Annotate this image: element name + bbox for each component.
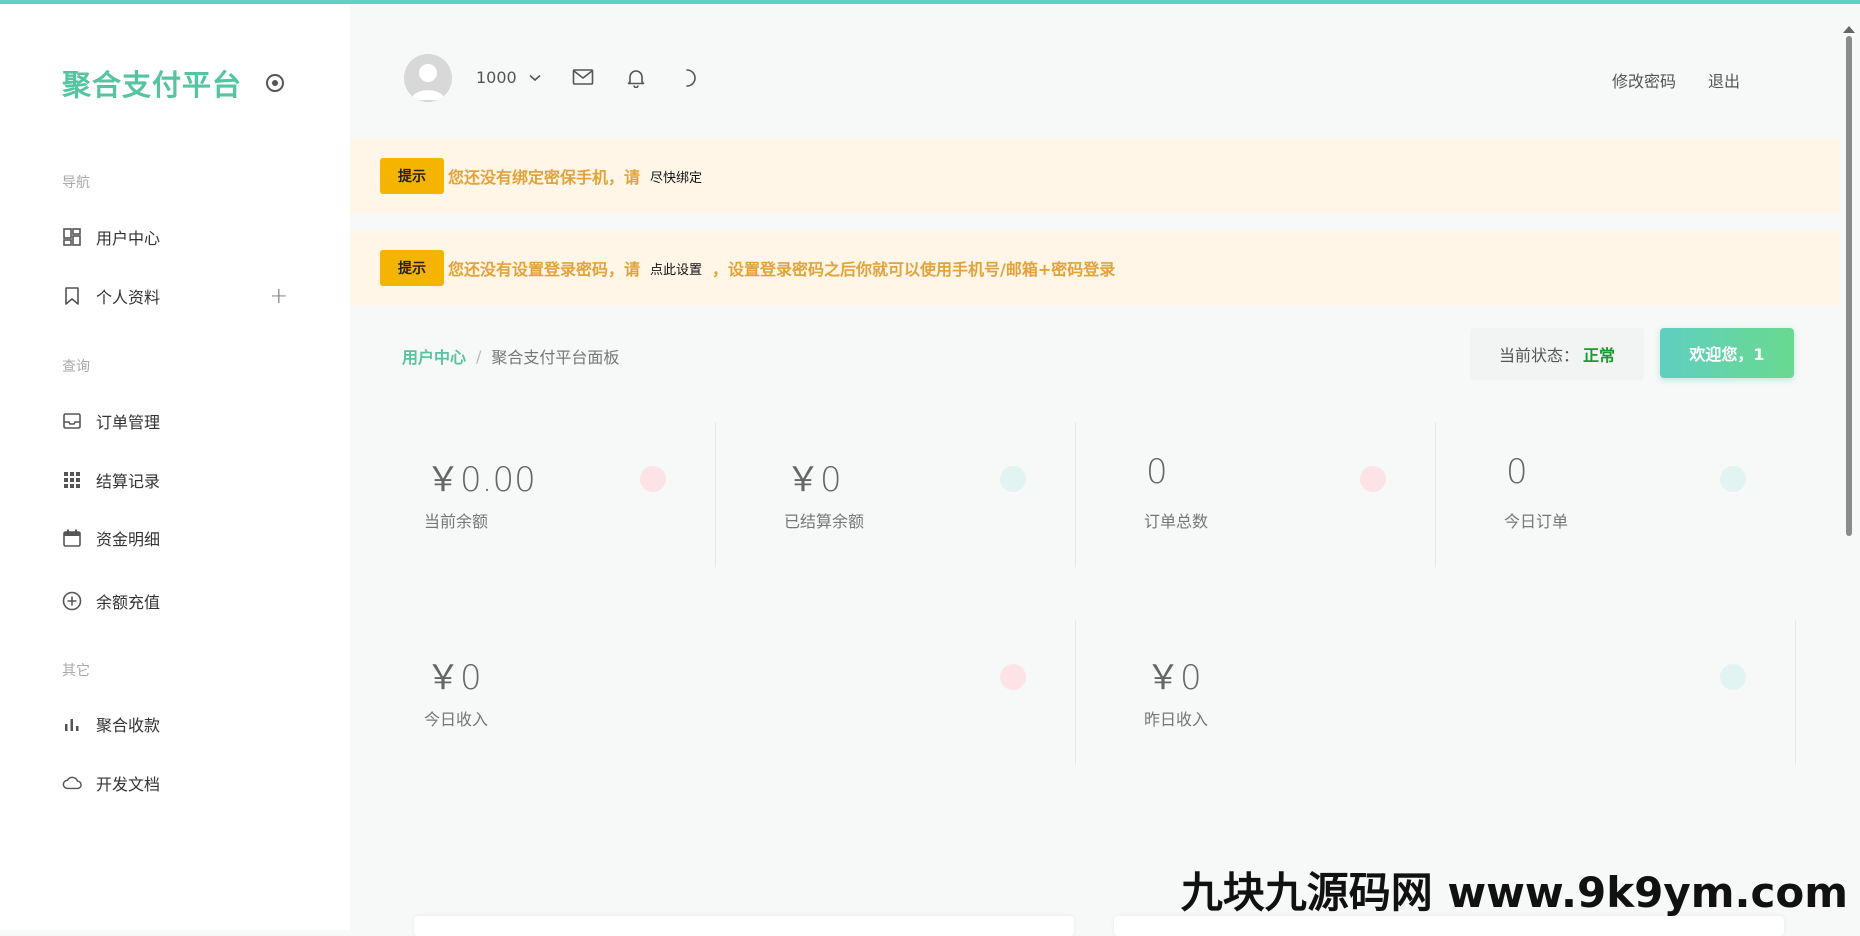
dashboard-icon xyxy=(62,227,82,247)
sidebar-item-label: 开发文档 xyxy=(96,775,161,794)
status-badge: 当前状态： 正常 xyxy=(1470,328,1644,380)
grid-icon xyxy=(62,470,82,490)
status-value: 正常 xyxy=(1583,346,1616,365)
cloud-icon xyxy=(62,773,82,793)
bind-phone-link[interactable]: 尽快绑定 xyxy=(650,167,702,186)
alert-set-password: 提示 您还没有设置登录密码，请 点此设置 ，设置登录密码之后你就可以使用手机号/… xyxy=(350,231,1840,305)
stat-card-today-income: ￥0 今日收入 xyxy=(400,620,1076,765)
stat-card-order-total: 0 订单总数 xyxy=(1120,422,1436,567)
user-avatar-icon xyxy=(404,54,452,102)
brand-title[interactable]: 聚合支付平台 xyxy=(62,62,242,104)
stat-value: 0 xyxy=(1146,452,1168,492)
logout-link[interactable]: 退出 xyxy=(1708,68,1740,92)
stat-divider xyxy=(715,422,716,567)
stat-dot xyxy=(1000,664,1026,690)
sidebar: 聚合支付平台 导航 用户中心 个人资料 + 查询 订单管理 结算记录 资金明细 … xyxy=(0,4,350,930)
alert-message: 您还没有设置登录密码，请 xyxy=(448,260,641,279)
moon-icon[interactable] xyxy=(680,68,702,90)
stat-dot xyxy=(1360,466,1386,492)
sidebar-item-label: 结算记录 xyxy=(96,472,161,491)
bookmark-icon xyxy=(62,286,82,306)
other-section-label: 其它 xyxy=(62,663,90,679)
set-password-link[interactable]: 点此设置 xyxy=(650,259,702,278)
sidebar-item-user-center[interactable]: 用户中心 xyxy=(62,220,302,254)
stat-divider xyxy=(1075,620,1076,765)
change-password-link[interactable]: 修改密码 xyxy=(1612,68,1676,92)
user-menu[interactable]: 1000 xyxy=(476,68,541,87)
stat-dot xyxy=(1720,664,1746,690)
bar-chart-icon xyxy=(62,714,82,734)
stat-dot xyxy=(1720,466,1746,492)
sidebar-item-dev-docs[interactable]: 开发文档 xyxy=(62,766,302,800)
stat-card-today-orders: 0 今日订单 xyxy=(1480,422,1796,567)
breadcrumb-separator: / xyxy=(476,346,482,366)
alert-tag: 提示 xyxy=(380,158,444,194)
content-card xyxy=(414,916,1074,936)
sidebar-item-label: 聚合收款 xyxy=(96,716,161,735)
stat-value: 0 xyxy=(1506,452,1528,492)
query-section-label: 查询 xyxy=(62,359,90,375)
sidebar-item-orders[interactable]: 订单管理 xyxy=(62,404,302,438)
stat-label: 昨日收入 xyxy=(1144,710,1209,729)
stat-label: 今日收入 xyxy=(424,710,489,729)
stat-value: ￥0.00 xyxy=(426,460,536,500)
calendar-icon xyxy=(62,528,82,548)
chevron-down-icon xyxy=(529,74,541,82)
stat-card-yesterday-income: ￥0 昨日收入 xyxy=(1120,620,1796,765)
stat-card-settled: ￥0 已结算余额 xyxy=(760,422,1076,567)
watermark: 九块九源码网 www.9k9ym.com xyxy=(1180,868,1848,917)
breadcrumb: 用户中心 / 聚合支付平台面板 xyxy=(402,344,619,368)
sidebar-item-label: 余额充值 xyxy=(96,593,161,612)
scroll-up-arrow-icon[interactable] xyxy=(1843,26,1855,33)
sidebar-item-settlement[interactable]: 结算记录 xyxy=(62,463,302,497)
stat-value: ￥0 xyxy=(426,658,482,698)
inbox-icon xyxy=(62,411,82,431)
breadcrumb-current: 聚合支付平台面板 xyxy=(491,348,620,367)
stat-card-balance: ￥0.00 当前余额 xyxy=(400,422,716,567)
mail-icon[interactable] xyxy=(572,68,594,90)
plus-circle-icon xyxy=(62,591,82,611)
sidebar-item-funds[interactable]: 资金明细 xyxy=(62,521,302,555)
sidebar-toggle-icon[interactable] xyxy=(266,74,284,92)
welcome-button[interactable]: 欢迎您，1 xyxy=(1660,328,1794,378)
stat-dot xyxy=(640,466,666,492)
stat-label: 已结算余额 xyxy=(784,512,865,531)
stat-value: ￥0 xyxy=(786,460,842,500)
sidebar-item-label: 订单管理 xyxy=(96,413,161,432)
user-id: 1000 xyxy=(476,68,517,87)
sidebar-item-profile[interactable]: 个人资料 + xyxy=(62,279,302,313)
stat-label: 订单总数 xyxy=(1144,512,1209,531)
scrollbar-thumb[interactable] xyxy=(1846,36,1852,536)
alert-message: 您还没有绑定密保手机，请 xyxy=(448,168,641,187)
nav-section-label: 导航 xyxy=(62,175,90,191)
stat-dot xyxy=(1000,466,1026,492)
stat-label: 今日订单 xyxy=(1504,512,1569,531)
stat-divider xyxy=(1075,422,1076,567)
stat-value: ￥0 xyxy=(1146,658,1202,698)
sidebar-item-label: 资金明细 xyxy=(96,530,161,549)
alert-tag: 提示 xyxy=(380,250,444,286)
alert-suffix: ，设置登录密码之后你就可以使用手机号/邮箱+密码登录 xyxy=(712,260,1116,279)
status-label: 当前状态： xyxy=(1498,346,1579,365)
breadcrumb-user-center[interactable]: 用户中心 xyxy=(402,344,466,368)
stat-divider xyxy=(1795,620,1796,765)
bell-icon[interactable] xyxy=(626,68,648,90)
avatar[interactable] xyxy=(404,54,452,102)
sidebar-item-label: 个人资料 xyxy=(96,288,161,307)
stat-divider xyxy=(1435,422,1436,567)
sidebar-item-recharge[interactable]: 余额充值 xyxy=(62,584,302,618)
alert-bind-phone: 提示 您还没有绑定密保手机，请 尽快绑定 xyxy=(350,139,1840,213)
stat-label: 当前余额 xyxy=(424,512,489,531)
sidebar-item-aggregate-pay[interactable]: 聚合收款 xyxy=(62,707,302,741)
sidebar-item-label: 用户中心 xyxy=(96,229,161,248)
expand-plus-icon[interactable]: + xyxy=(270,284,288,309)
